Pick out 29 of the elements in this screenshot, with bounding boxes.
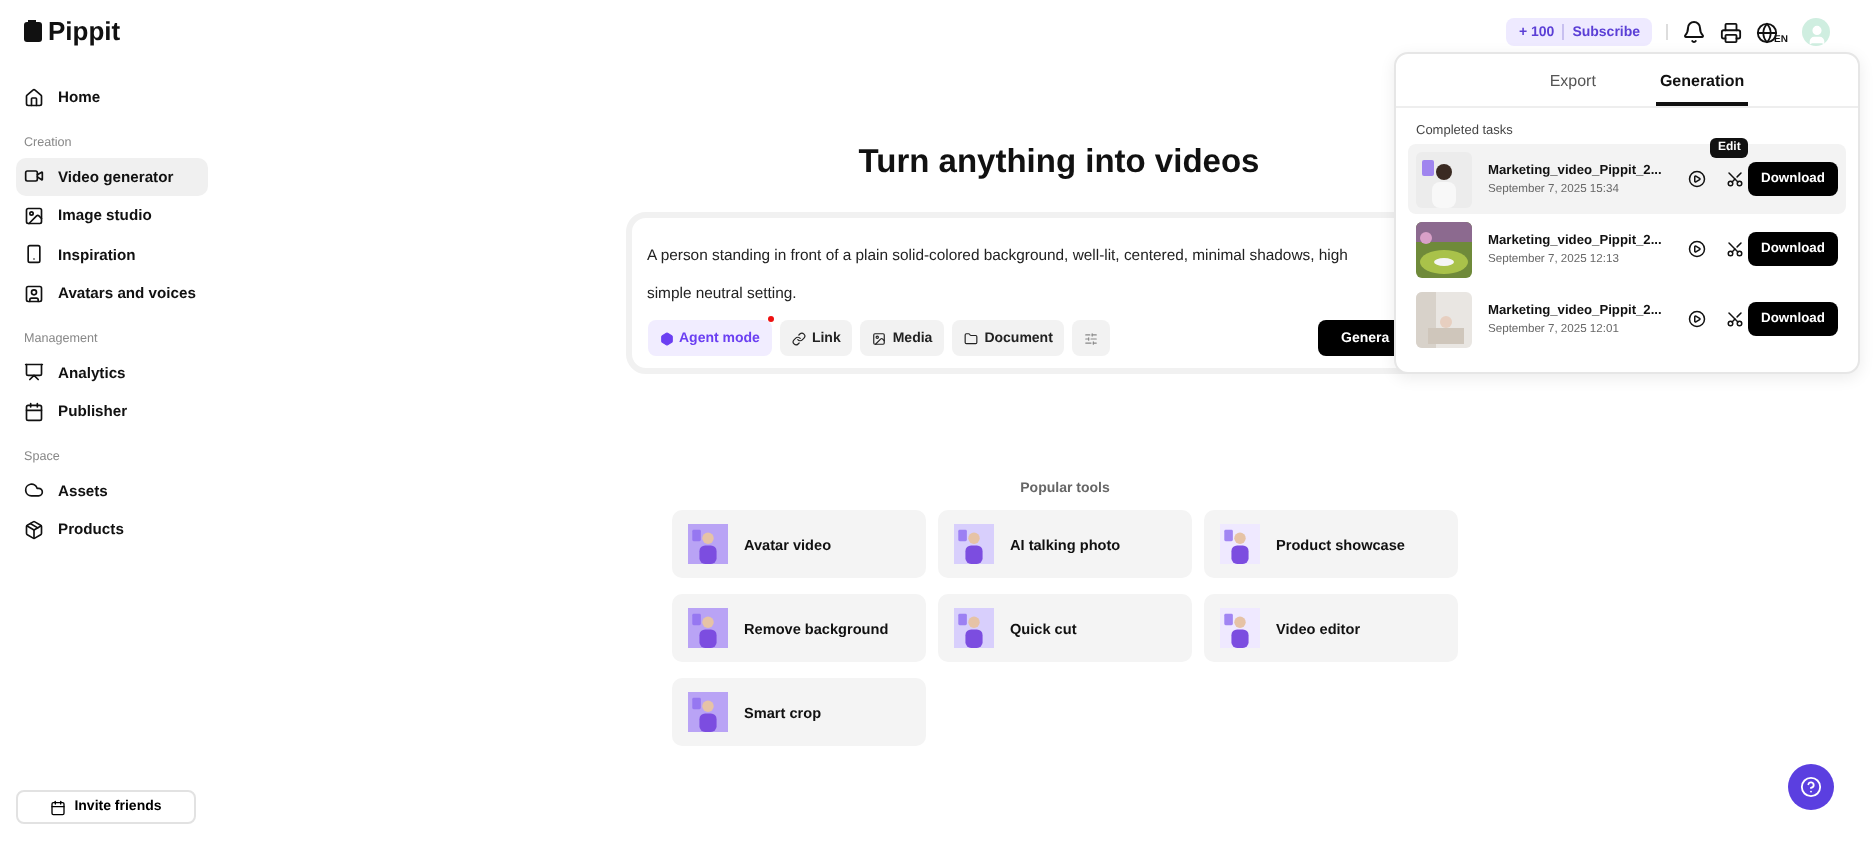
scissors-icon[interactable]	[1726, 310, 1744, 328]
help-button[interactable]	[1788, 764, 1834, 810]
cloud-icon	[24, 480, 44, 500]
settings-icon	[1084, 331, 1099, 345]
box-icon	[24, 519, 44, 539]
help-icon	[1800, 774, 1822, 800]
video-icon	[24, 166, 44, 186]
scissors-icon[interactable]	[1726, 240, 1744, 258]
play-icon[interactable]	[1688, 310, 1706, 328]
play-icon[interactable]	[1688, 240, 1706, 258]
panel-tab[interactable]: Generation	[1655, 72, 1749, 106]
user-card-icon	[24, 283, 44, 303]
link-icon	[791, 331, 806, 345]
calendar-icon	[24, 401, 44, 421]
image-icon	[24, 205, 44, 225]
phone-icon	[24, 244, 44, 264]
page-title: Turn anything into videos	[858, 144, 1260, 182]
folder-icon	[964, 331, 979, 345]
image-icon	[872, 331, 887, 345]
chart-icon	[24, 362, 44, 382]
logo-icon	[24, 20, 42, 42]
home-icon	[24, 87, 44, 107]
play-icon[interactable]	[1688, 170, 1706, 188]
scissors-icon[interactable]	[1726, 170, 1744, 188]
bell-icon[interactable]	[1682, 20, 1707, 44]
panel-tab[interactable]: Export	[1545, 72, 1600, 106]
printer-icon[interactable]	[1720, 21, 1743, 43]
brand-logo[interactable]: Pippit	[16, 16, 208, 78]
calendar-icon	[50, 799, 67, 815]
